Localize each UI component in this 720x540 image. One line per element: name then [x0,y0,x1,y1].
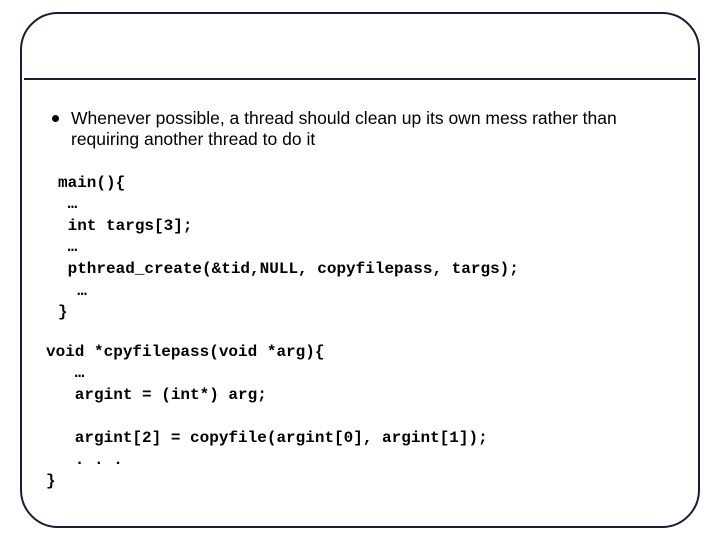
bullet-text: Whenever possible, a thread should clean… [71,108,668,151]
header-spacer [22,14,698,78]
slide-frame: Whenever possible, a thread should clean… [20,12,700,528]
code-block-func: void *cpyfilepass(void *arg){ … argint =… [46,342,668,493]
code-block-main: main(){ … int targs[3]; … pthread_create… [58,173,668,324]
bullet-item: Whenever possible, a thread should clean… [52,108,668,151]
content-area: Whenever possible, a thread should clean… [22,80,698,503]
bullet-dot-icon [52,115,59,122]
